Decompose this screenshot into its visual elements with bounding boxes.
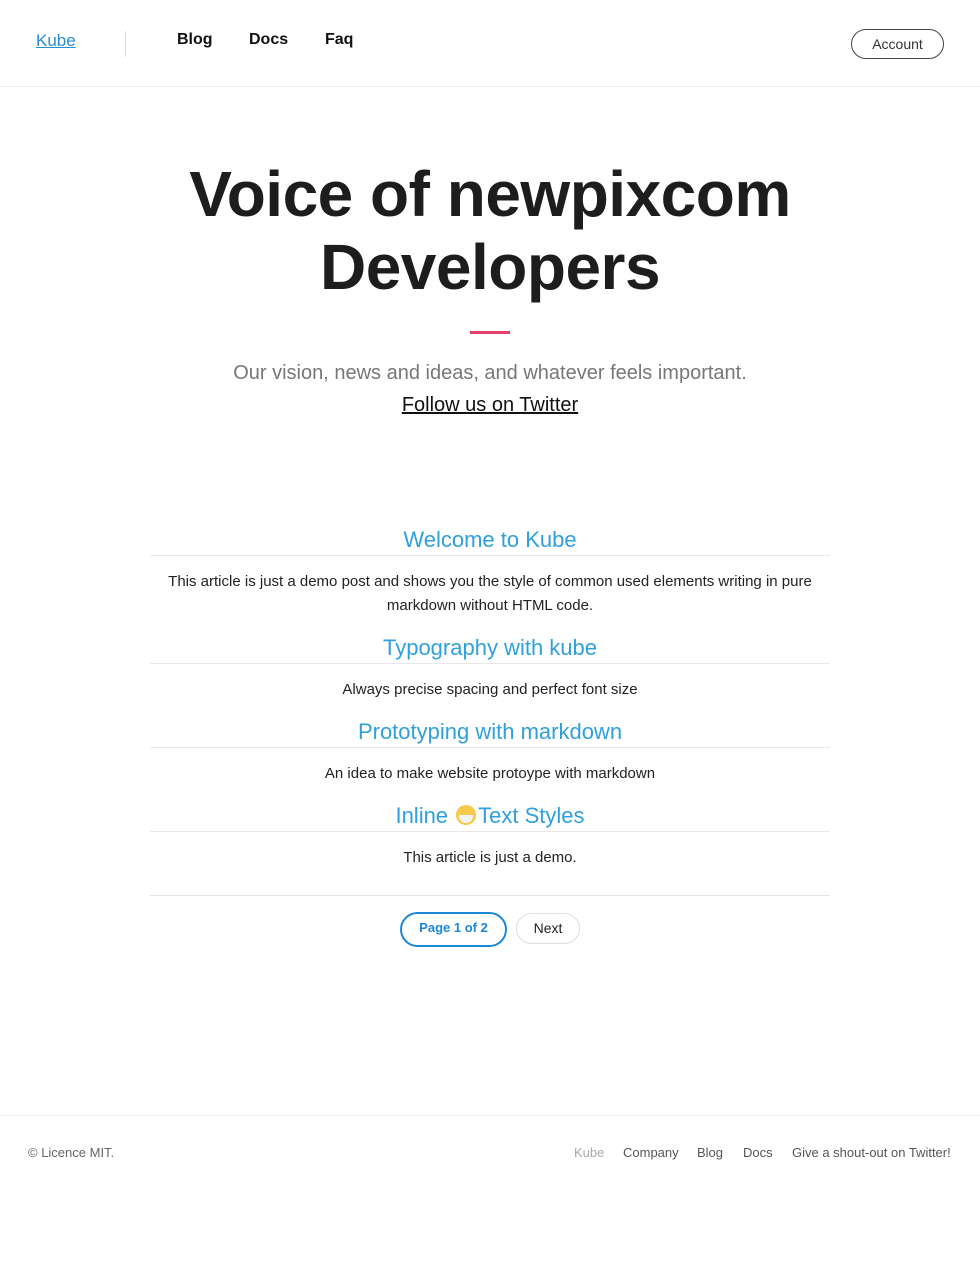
post-title-part-1: Inline bbox=[395, 803, 449, 828]
post-title-link[interactable]: Typography with kube bbox=[150, 633, 830, 664]
post-item: Inline Text Styles This article is just … bbox=[150, 801, 830, 870]
post-item: Typography with kube Always precise spac… bbox=[150, 633, 830, 702]
twitter-follow-link-wrap: Follow us on Twitter bbox=[0, 394, 980, 417]
nav-item-blog[interactable]: Blog bbox=[177, 31, 213, 49]
top-navbar: Kube Blog Docs Faq Account bbox=[0, 0, 980, 87]
footer-copyright: © Licence MIT. bbox=[28, 1145, 115, 1160]
page-title: Voice of newpixcom Developers bbox=[0, 158, 980, 304]
post-title-link[interactable]: Prototyping with markdown bbox=[150, 717, 830, 748]
nav-item-faq[interactable]: Faq bbox=[325, 31, 353, 49]
post-excerpt-line-2: markdown without HTML code. bbox=[386, 597, 594, 614]
post-item: Prototyping with markdown An idea to mak… bbox=[150, 717, 830, 786]
hero-subtitle: Our vision, news and ideas, and whatever… bbox=[233, 362, 747, 384]
footer-link-company[interactable]: Company bbox=[623, 1145, 679, 1160]
account-button[interactable]: Account bbox=[851, 29, 944, 59]
footer-link-blog[interactable]: Blog bbox=[697, 1145, 723, 1160]
pagination-divider bbox=[150, 895, 830, 896]
page-title-line-2: Developers bbox=[319, 231, 661, 303]
brand-link[interactable]: Kube bbox=[36, 31, 76, 51]
post-title-link[interactable]: Inline Text Styles bbox=[150, 801, 830, 832]
footer: © Licence MIT. Kube Company Blog Docs Gi… bbox=[0, 1115, 980, 1196]
nav-divider bbox=[125, 31, 126, 57]
post-excerpt: An idea to make website protoype with ma… bbox=[324, 765, 656, 782]
title-accent-rule bbox=[470, 331, 510, 334]
post-title-link[interactable]: Welcome to Kube bbox=[150, 525, 830, 556]
page-title-line-1: Voice of newpixcom bbox=[189, 158, 791, 230]
footer-link-twitter[interactable]: Give a shout-out on Twitter! bbox=[792, 1145, 951, 1160]
next-page-button[interactable]: Next bbox=[516, 913, 580, 944]
post-excerpt: Always precise spacing and perfect font … bbox=[342, 681, 638, 698]
post-title-part-2: Text Styles bbox=[478, 803, 585, 828]
hatching-chick-emoji-icon bbox=[456, 805, 477, 825]
post-excerpt-line-1: This article is just a demo post and sho… bbox=[168, 573, 812, 590]
twitter-follow-link[interactable]: Follow us on Twitter bbox=[402, 394, 578, 416]
post-excerpt: This article is just a demo. bbox=[403, 849, 577, 866]
nav-item-docs[interactable]: Docs bbox=[249, 31, 288, 49]
page-indicator: Page 1 of 2 bbox=[400, 912, 507, 947]
footer-link-kube[interactable]: Kube bbox=[574, 1145, 604, 1160]
post-item: Welcome to Kube This article is just a d… bbox=[150, 525, 830, 618]
footer-link-docs[interactable]: Docs bbox=[743, 1145, 773, 1160]
post-excerpt: This article is just a demo post and sho… bbox=[150, 570, 830, 618]
